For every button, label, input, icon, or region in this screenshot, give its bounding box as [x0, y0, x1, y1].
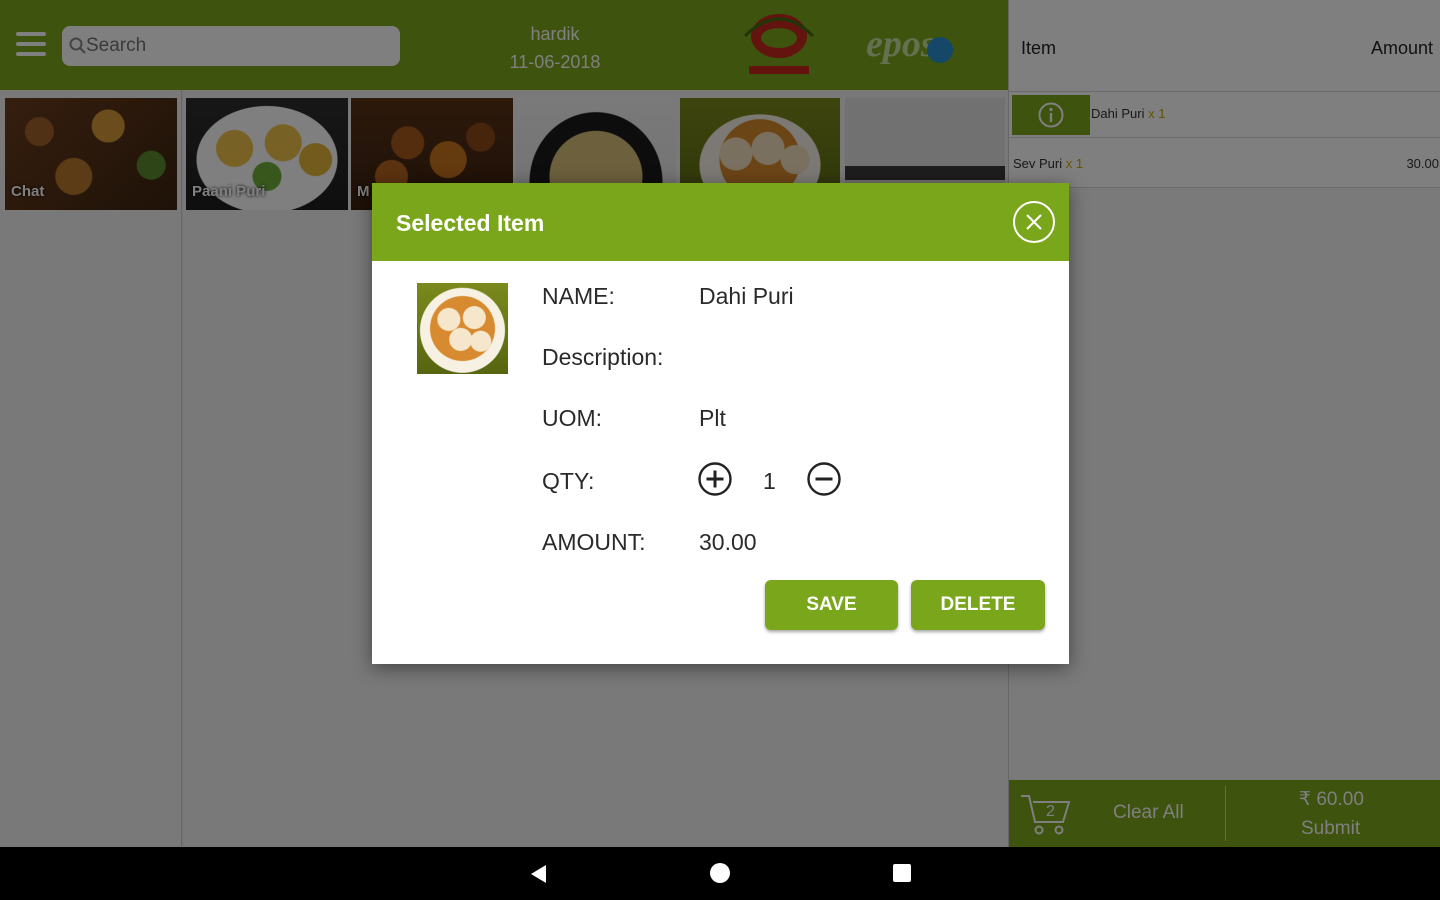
close-icon — [1026, 214, 1042, 230]
name-value: Dahi Puri — [699, 283, 794, 309]
item-image — [417, 283, 508, 374]
plus-circle-icon[interactable] — [697, 461, 733, 497]
home-icon[interactable] — [710, 863, 730, 883]
android-nav-bar — [0, 847, 1440, 900]
selected-item-dialog: Selected Item NAME: Dahi Puri Descriptio… — [372, 183, 1069, 664]
uom-label: UOM: — [542, 405, 603, 431]
description-label: Description: — [542, 344, 664, 370]
uom-value: Plt — [699, 405, 726, 431]
dialog-title: Selected Item — [396, 210, 545, 236]
qty-value: 1 — [763, 468, 776, 494]
back-icon[interactable] — [528, 863, 548, 885]
minus-circle-icon[interactable] — [806, 461, 842, 497]
delete-button[interactable]: DELETE — [911, 580, 1045, 630]
amount-value: 30.00 — [699, 529, 757, 555]
name-label: NAME: — [542, 283, 615, 309]
save-button[interactable]: SAVE — [765, 580, 898, 630]
close-button[interactable] — [1013, 201, 1055, 243]
dialog-header: Selected Item — [372, 183, 1069, 261]
qty-label: QTY: — [542, 468, 595, 494]
recents-icon[interactable] — [893, 864, 911, 882]
amount-label: AMOUNT: — [542, 529, 646, 555]
